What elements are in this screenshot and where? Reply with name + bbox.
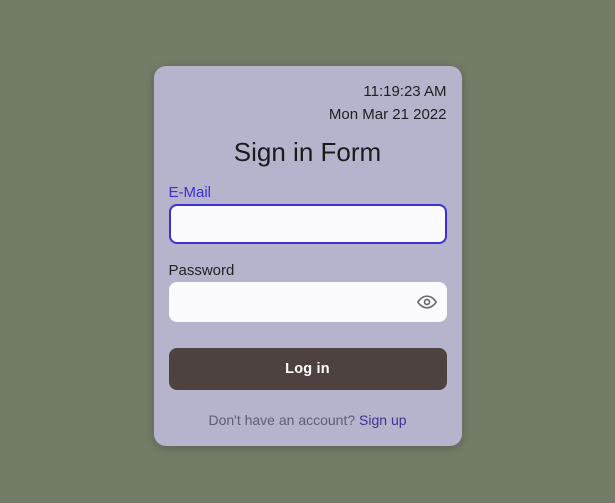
password-field-group: Password	[169, 262, 447, 322]
password-label: Password	[169, 262, 447, 279]
email-field-group: E-Mail	[169, 184, 447, 244]
email-input-wrap	[169, 204, 447, 244]
email-field[interactable]	[169, 204, 447, 244]
signin-card: 11:19:23 AM Mon Mar 21 2022 Sign in Form…	[154, 66, 462, 446]
page-title: Sign in Form	[169, 137, 447, 168]
signup-link[interactable]: Sign up	[359, 412, 406, 428]
clock-block: 11:19:23 AM Mon Mar 21 2022	[169, 80, 447, 127]
email-label: E-Mail	[169, 184, 447, 201]
current-date: Mon Mar 21 2022	[169, 103, 447, 126]
eye-icon	[417, 292, 437, 312]
current-time: 11:19:23 AM	[169, 80, 447, 103]
signup-prompt: Don't have an account? Sign up	[169, 412, 447, 428]
login-button[interactable]: Log in	[169, 348, 447, 390]
password-field[interactable]	[169, 282, 447, 322]
signup-prompt-text: Don't have an account?	[208, 412, 359, 428]
password-input-wrap	[169, 282, 447, 322]
toggle-password-visibility-button[interactable]	[415, 290, 439, 314]
